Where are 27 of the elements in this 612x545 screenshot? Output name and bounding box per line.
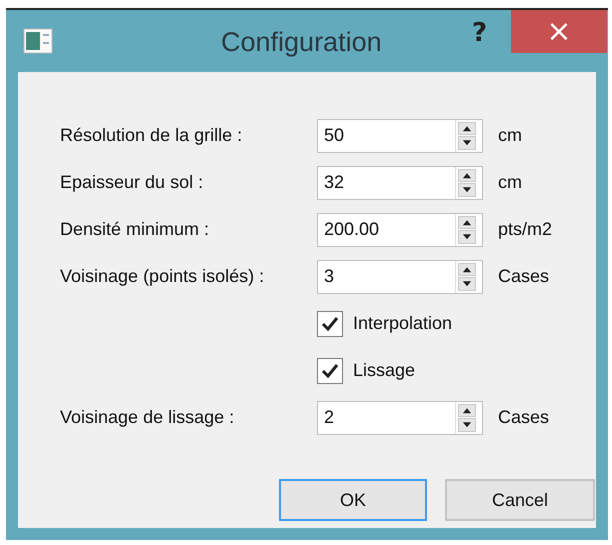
- spin-box[interactable]: 32: [317, 166, 483, 200]
- cancel-button[interactable]: Cancel: [445, 479, 595, 521]
- ok-button[interactable]: OK: [279, 479, 427, 521]
- checkbox[interactable]: [317, 358, 343, 384]
- spin-box[interactable]: 200.00: [317, 212, 483, 246]
- checkbox-label[interactable]: Interpolation: [353, 313, 452, 334]
- spin-box[interactable]: 3: [317, 260, 483, 294]
- spin-box[interactable]: 2: [317, 400, 483, 434]
- field-label: Densité minimum :: [60, 219, 210, 240]
- close-button[interactable]: ×: [511, 10, 607, 53]
- field-label: Résolution de la grille :: [60, 125, 244, 146]
- field-label: Voisinage (points isolés) :: [60, 266, 266, 287]
- help-button[interactable]: ?: [466, 18, 494, 48]
- field-label: Voisinage de lissage :: [60, 407, 236, 428]
- app-icon: [23, 28, 53, 54]
- checkmark-icon: [321, 316, 339, 332]
- unit-label: Cases: [498, 266, 550, 287]
- window-title: Configuration: [221, 27, 382, 58]
- checkmark-icon: [321, 362, 339, 378]
- unit-label: Cases: [498, 407, 550, 428]
- checkbox-label[interactable]: Lissage: [353, 360, 416, 381]
- spin-box[interactable]: 50: [317, 118, 483, 152]
- field-label: Epaisseur du sol :: [60, 172, 204, 193]
- unit-label: cm: [498, 125, 523, 146]
- unit-label: pts/m2: [498, 219, 554, 240]
- checkbox[interactable]: [317, 310, 343, 336]
- unit-label: cm: [498, 172, 523, 193]
